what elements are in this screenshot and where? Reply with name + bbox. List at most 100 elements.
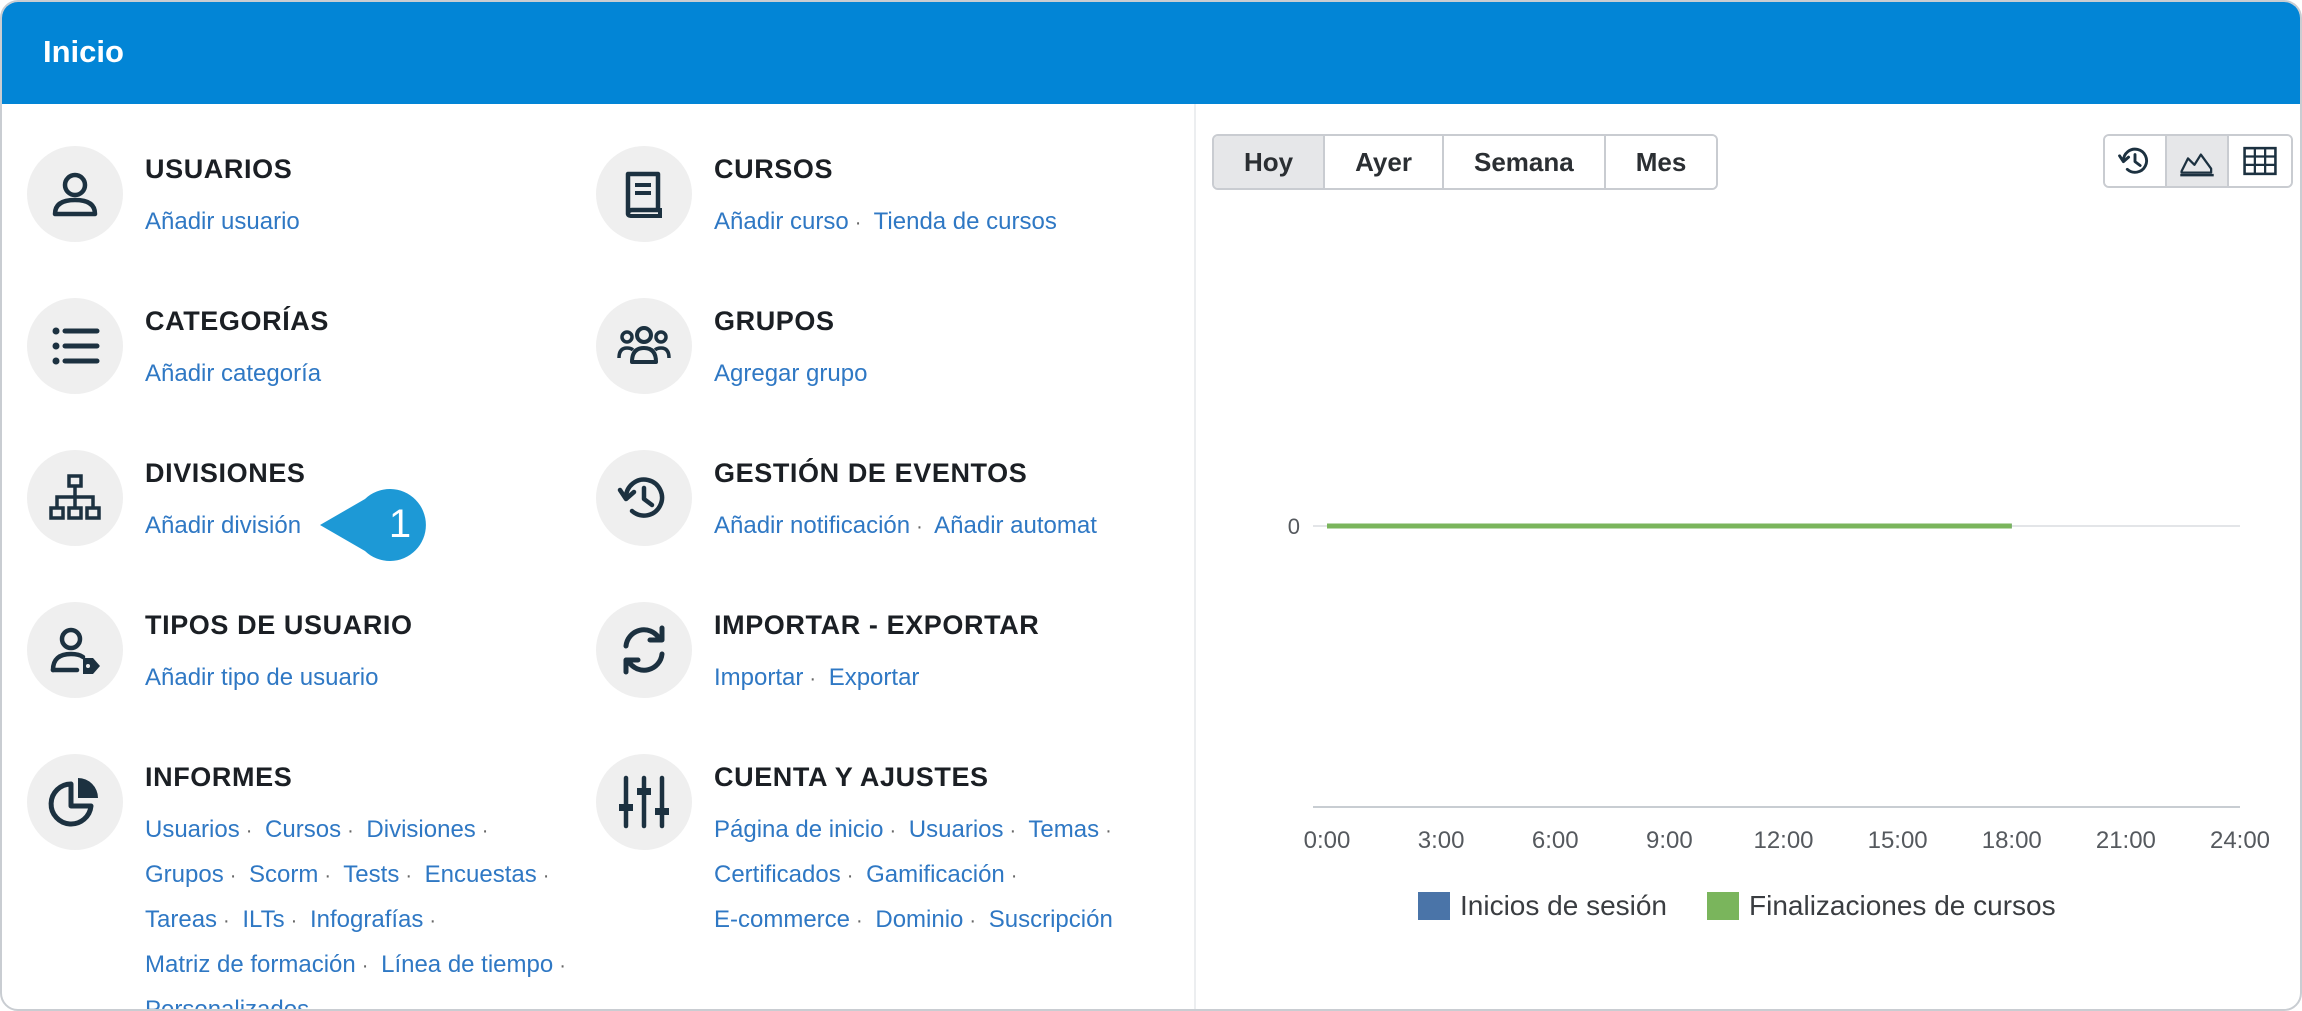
tile-link[interactable]: Temas xyxy=(1028,816,1099,843)
legend-item[interactable]: Finalizaciones de cursos xyxy=(1707,890,2056,922)
tile-links: Página de inicio · Usuarios · Temas · Certi… xyxy=(714,808,1154,943)
tile-link[interactable]: Matriz de formación xyxy=(145,951,356,978)
list-icon xyxy=(52,327,100,365)
tile-icon-circle[interactable] xyxy=(596,298,692,394)
tile-icon-circle[interactable] xyxy=(27,602,123,698)
link-separator: · xyxy=(405,865,412,887)
x-tick-label: 9:00 xyxy=(1646,827,1693,854)
tile-links: Agregar grupo xyxy=(714,352,1154,396)
link-separator: · xyxy=(1105,820,1112,842)
tile-link[interactable]: Grupos xyxy=(145,861,224,888)
link-separator: · xyxy=(223,910,230,932)
link-separator: · xyxy=(245,820,253,842)
legend-label: Finalizaciones de cursos xyxy=(1749,890,2056,921)
tile-icon-circle[interactable] xyxy=(596,146,692,242)
legend-label: Inicios de sesión xyxy=(1460,890,1668,921)
tile-links: Añadir tipo de usuario xyxy=(145,656,585,700)
x-tick-label: 15:00 xyxy=(1868,827,1928,854)
tile-link[interactable]: Añadir usuario xyxy=(145,208,300,235)
pie-chart-icon xyxy=(48,778,98,827)
tile-link[interactable]: Dominio xyxy=(875,906,963,933)
tile-title[interactable]: CURSOS xyxy=(714,154,833,185)
tile-icon-circle[interactable] xyxy=(596,754,692,850)
tile-link[interactable]: Tests xyxy=(343,861,399,888)
link-separator: · xyxy=(559,955,566,977)
legend-item[interactable]: Inicios de sesión xyxy=(1418,890,1667,922)
view-button-table-grid[interactable] xyxy=(2229,136,2291,186)
tile-link[interactable]: Personalizados xyxy=(145,996,309,1009)
range-button-hoy[interactable]: Hoy xyxy=(1214,136,1326,188)
group-icon xyxy=(617,326,671,364)
tile-link[interactable]: Línea de tiempo xyxy=(381,951,553,978)
tile-link[interactable]: Divisiones xyxy=(366,816,475,843)
link-separator: · xyxy=(846,865,854,887)
tile-icon-circle[interactable] xyxy=(596,602,692,698)
tile-title[interactable]: CATEGORÍAS xyxy=(145,306,329,337)
tile-link[interactable]: Certificados xyxy=(714,861,841,888)
tile-links: Añadir curso · Tienda de cursos xyxy=(714,200,1154,245)
tile-link[interactable]: Añadir división xyxy=(145,512,301,539)
tile-title[interactable]: DIVISIONES xyxy=(145,458,306,489)
link-separator: · xyxy=(347,820,354,842)
tile-icon-circle[interactable] xyxy=(27,298,123,394)
tile-link[interactable]: Encuestas xyxy=(425,861,537,888)
range-button-mes[interactable]: Mes xyxy=(1605,136,1717,188)
tile-icon-circle[interactable] xyxy=(27,146,123,242)
tile-link[interactable]: Tienda de cursos xyxy=(874,208,1057,235)
tile-link[interactable]: ILTs xyxy=(242,906,284,933)
tile-title[interactable]: CUENTA Y AJUSTES xyxy=(714,762,989,793)
table-grid-icon xyxy=(2243,146,2277,176)
tile-title[interactable]: GRUPOS xyxy=(714,306,835,337)
callout-number: 1 xyxy=(389,502,411,546)
tile-title[interactable]: USUARIOS xyxy=(145,154,292,185)
link-separator: · xyxy=(542,865,550,887)
tile-link[interactable]: Agregar grupo xyxy=(714,360,867,387)
tile-icon-circle[interactable] xyxy=(27,754,123,850)
x-tick-label: 18:00 xyxy=(1982,827,2042,854)
tile-title[interactable]: IMPORTAR - EXPORTAR xyxy=(714,610,1039,641)
tile-link[interactable]: Cursos xyxy=(265,816,341,843)
link-separator: · xyxy=(889,820,897,842)
x-tick-label: 21:00 xyxy=(2096,827,2156,854)
history-icon xyxy=(617,477,665,518)
tile-link[interactable]: Añadir automat xyxy=(934,512,1097,539)
link-separator: · xyxy=(856,910,863,932)
link-separator: · xyxy=(324,865,332,887)
legend-swatch xyxy=(1418,892,1450,920)
tile-link[interactable]: Importar xyxy=(714,664,803,691)
x-tick-label: 0:00 xyxy=(1304,827,1351,854)
tile-icon-circle[interactable] xyxy=(596,450,692,546)
tile-link[interactable]: Infografías xyxy=(310,906,423,933)
tile-links: Importar · Exportar xyxy=(714,656,1154,701)
view-button-history[interactable] xyxy=(2105,136,2167,186)
chart-legend: Inicios de sesión Finalizaciones de curso… xyxy=(1418,890,2096,922)
link-separator: · xyxy=(290,910,298,932)
tile-link[interactable]: Tareas xyxy=(145,906,217,933)
tile-link[interactable]: Añadir tipo de usuario xyxy=(145,664,378,691)
tile-title[interactable]: TIPOS DE USUARIO xyxy=(145,610,413,641)
link-separator: · xyxy=(1009,820,1017,842)
tile-link[interactable]: Añadir curso xyxy=(714,208,849,235)
history-icon xyxy=(2118,147,2148,174)
tile-link[interactable]: Página de inicio xyxy=(714,816,883,843)
range-button-semana[interactable]: Semana xyxy=(1443,136,1606,188)
link-separator: · xyxy=(854,212,862,234)
tile-link[interactable]: Usuarios xyxy=(145,816,240,843)
tile-title[interactable]: INFORMES xyxy=(145,762,292,793)
tile-link[interactable]: Exportar xyxy=(829,664,920,691)
tile-title[interactable]: GESTIÓN DE EVENTOS xyxy=(714,458,1027,489)
tile-link[interactable]: Añadir notificación xyxy=(714,512,910,539)
chart-view-selector xyxy=(2103,134,2293,188)
tile-icon-circle[interactable] xyxy=(27,450,123,546)
tile-link[interactable]: Suscripción xyxy=(989,906,1113,933)
range-button-ayer[interactable]: Ayer xyxy=(1325,136,1444,188)
view-button-area-chart[interactable] xyxy=(2167,136,2229,186)
tile-link[interactable]: Gamificación xyxy=(866,861,1005,888)
tile-link[interactable]: Usuarios xyxy=(909,816,1004,843)
date-range-selector: Hoy Ayer Semana Mes xyxy=(1212,134,1719,190)
tile-link[interactable]: E-commerce xyxy=(714,906,850,933)
x-tick-label: 24:00 xyxy=(2210,827,2270,854)
tile-link[interactable]: Añadir categoría xyxy=(145,360,321,387)
tile-link[interactable]: Scorm xyxy=(249,861,318,888)
area-chart-icon xyxy=(2180,153,2214,177)
